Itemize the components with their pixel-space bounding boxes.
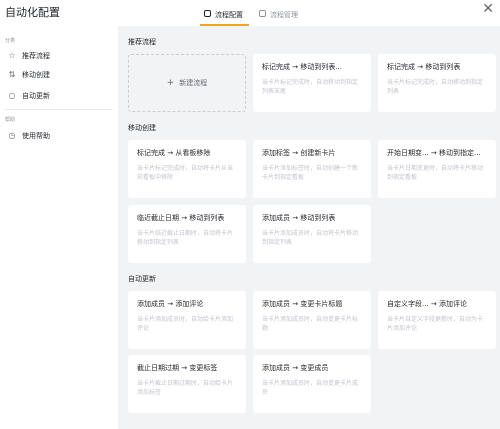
card-title: 开始日期变... → 移动到指定... [387, 149, 481, 157]
card-title: 截止日期过期 → 变更标签 [137, 364, 218, 372]
flow-config-icon [204, 10, 211, 17]
sidebar-item-move-create[interactable]: ⇅ 移动创建 [8, 69, 50, 81]
card-description: 当卡片临近截止日期时，自动将卡片移动到指定列表 [137, 230, 234, 246]
transfer-icon: ⇅ [8, 70, 16, 79]
card-title: 标记完成 → 移动到列表... [262, 63, 342, 71]
flow-template-card[interactable]: 添加成员 → 变更卡片标题 当卡片添加成员时，自动变更卡片标题 [253, 291, 371, 349]
clock-icon: ◷ [8, 131, 16, 140]
sidebar-item-auto-update[interactable]: ○ 自动更新 [8, 90, 51, 102]
sidebar-item-label: 移动创建 [22, 71, 50, 79]
flow-template-panel: 推荐流程 + 新建流程 标记完成 → 移动到列表... 当卡片标记完成时，自动移… [118, 26, 500, 429]
flow-template-card[interactable]: 添加成员 → 变更成员 当卡片添加成员时，自动变更卡片成员 [253, 355, 371, 413]
card-description: 当卡片添加成员时，自动给卡片添加评论 [137, 316, 234, 332]
sidebar-item-help[interactable]: ◷ 使用帮助 [8, 130, 51, 142]
flow-template-card[interactable]: 添加标签 → 创建新卡片 当卡片添加标签时，自动创建一个新卡片到指定看板 [253, 140, 371, 198]
card-title: 临近截止日期 → 移动到列表 [137, 214, 225, 222]
card-description: 当卡片标记完成时，自动移动到指定列表 [387, 79, 484, 95]
card-title: 添加成员 → 添加评论 [137, 300, 204, 308]
card-description: 当卡片添加成员时，自动变更卡片成员 [262, 380, 359, 396]
card-title: 添加成员 → 变更卡片标题 [262, 300, 343, 308]
card-title: 标记完成 → 移动到列表 [387, 63, 461, 71]
group-title: 自动更新 [128, 275, 156, 283]
flow-template-card[interactable]: 开始日期变... → 移动到指定... 当卡片日期变更时，自动将卡片移动到指定看… [378, 140, 496, 198]
sidebar-divider [5, 109, 113, 110]
tab-label: 流程配置 [215, 11, 243, 19]
tab-flow-manage[interactable]: 流程管理 [255, 6, 304, 24]
header: 自动化配置 流程配置 流程管理 ✕ [0, 0, 500, 26]
card-description: 当卡片自定义字段更新时，自动为卡片添加评论 [387, 316, 484, 332]
sidebar: 分类 ☆ 推荐流程 ⇅ 移动创建 ○ 自动更新 帮助 ◷ 使用帮助 [0, 26, 118, 429]
card-title: 添加成员 → 变更成员 [262, 364, 329, 372]
sidebar-section-label: 帮助 [5, 117, 16, 123]
card-title: 添加成员 → 移动到列表 [262, 214, 336, 222]
new-flow-card[interactable]: + 新建流程 [128, 54, 246, 112]
tab-label: 流程管理 [270, 11, 298, 19]
flow-template-card[interactable]: 标记完成 → 从看板移除 当卡片标记完成时，自动将卡片从当前看板中移除 [128, 140, 246, 198]
card-description: 当卡片截止日期过期时，自动给卡片添加标签 [137, 380, 234, 396]
close-icon[interactable]: ✕ [482, 2, 494, 16]
card-title: 添加标签 → 创建新卡片 [262, 149, 336, 157]
card-description: 当卡片标记完成时，自动移动到指定列表末尾 [262, 79, 359, 95]
flow-template-card[interactable]: 添加成员 → 添加评论 当卡片添加成员时，自动给卡片添加评论 [128, 291, 246, 349]
circle-icon: ○ [8, 91, 16, 100]
card-title: 标记完成 → 从看板移除 [137, 149, 211, 157]
sidebar-item-label: 使用帮助 [22, 132, 50, 140]
tab-flow-config[interactable]: 流程配置 [200, 6, 249, 26]
sidebar-section-label: 分类 [5, 38, 16, 44]
flow-template-card[interactable]: 自定义字段... → 添加评论 当卡片自定义字段更新时，自动为卡片添加评论 [378, 291, 496, 349]
flow-manage-icon [259, 10, 266, 17]
group-title: 移动创建 [128, 124, 156, 132]
plus-icon: + [166, 78, 175, 88]
new-flow-label: 新建流程 [179, 79, 208, 87]
flow-template-card[interactable]: 添加成员 → 移动到列表 当卡片添加成员时，自动将卡片移动到指定列表 [253, 205, 371, 263]
flow-template-card[interactable]: 标记完成 → 移动到列表 当卡片标记完成时，自动移动到指定列表 [378, 54, 496, 112]
tab-bar: 流程配置 流程管理 [200, 6, 304, 26]
sidebar-item-label: 推荐流程 [22, 52, 50, 60]
group-title: 推荐流程 [128, 38, 156, 46]
card-title: 自定义字段... → 添加评论 [387, 300, 467, 308]
app-title: 自动化配置 [5, 6, 60, 19]
card-description: 当卡片添加成员时，自动变更卡片标题 [262, 316, 359, 332]
card-description: 当卡片添加标签时，自动创建一个新卡片到指定看板 [262, 165, 359, 181]
sidebar-item-label: 自动更新 [22, 92, 50, 100]
flow-template-card[interactable]: 截止日期过期 → 变更标签 当卡片截止日期过期时，自动给卡片添加标签 [128, 355, 246, 413]
flow-template-card[interactable]: 临近截止日期 → 移动到列表 当卡片临近截止日期时，自动将卡片移动到指定列表 [128, 205, 246, 263]
card-description: 当卡片日期变更时，自动将卡片移动到指定看板 [387, 165, 484, 181]
card-description: 当卡片标记完成时，自动将卡片从当前看板中移除 [137, 165, 234, 181]
card-description: 当卡片添加成员时，自动将卡片移动到指定列表 [262, 230, 359, 246]
star-icon: ☆ [8, 51, 16, 60]
sidebar-item-recommended[interactable]: ☆ 推荐流程 [8, 50, 50, 62]
flow-template-card[interactable]: 标记完成 → 移动到列表... 当卡片标记完成时，自动移动到指定列表末尾 [253, 54, 371, 112]
